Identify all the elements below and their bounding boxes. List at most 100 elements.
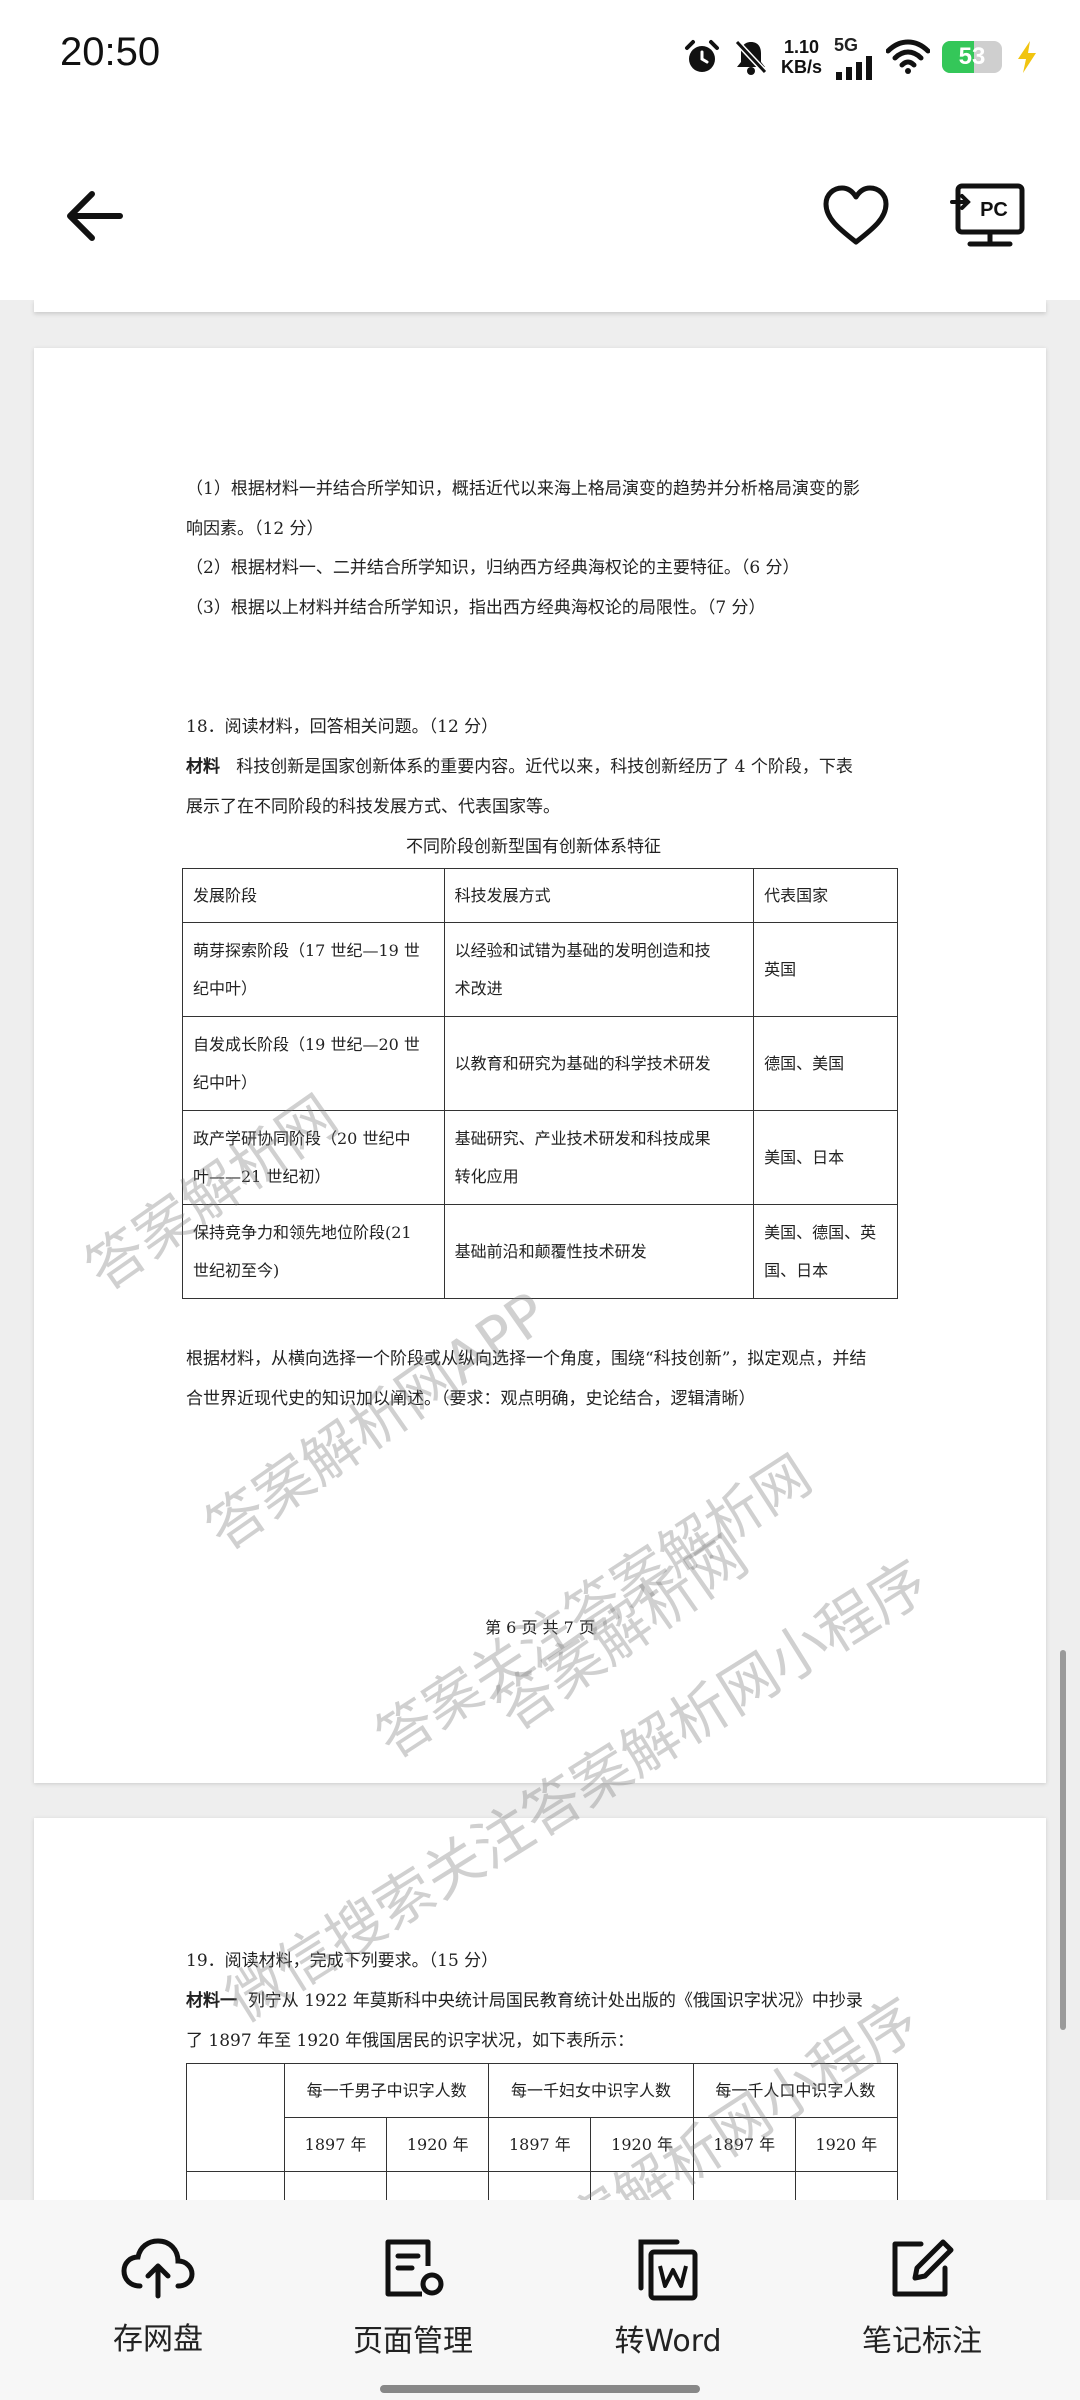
- table-cell: 保持竞争力和领先地位阶段(21 世纪初至今): [182, 1204, 445, 1299]
- q19-material-line2: 了 1897 年至 1920 年俄国居民的识字状况，如下表所示：: [186, 2031, 635, 2051]
- cell-line: 德国、美国: [764, 1053, 845, 1073]
- convert-word-button[interactable]: 转Word: [568, 2236, 768, 2366]
- q18-material-text: 科技创新是国家创新体系的重要内容。近代以来，科技创新经历了 4 个阶段，下表: [236, 757, 853, 777]
- app-bar: PC: [0, 110, 1080, 300]
- table-cell: 基础前沿和颠覆性技术研发: [443, 1204, 755, 1299]
- cell-line: 术改进: [454, 978, 503, 998]
- table-cell: 自发成长阶段（19 世纪—20 世纪中叶）: [182, 1016, 445, 1111]
- cell-line: 世纪初至今): [193, 1260, 280, 1280]
- bottom-toolbar: 存网盘 页面管理 转Word 笔记标注: [0, 2200, 1080, 2400]
- pc-cast-button[interactable]: PC: [950, 180, 1030, 252]
- cell-line: 叶——21 世纪初）: [193, 1166, 331, 1186]
- table-year-row: 1897 年 1920 年 1897 年 1920 年 1897 年 1920 …: [187, 2117, 899, 2172]
- q18-title: 18．阅读材料，回答相关问题。（12 分）: [186, 717, 499, 737]
- q19-material-label: 材料一: [186, 1991, 237, 2011]
- charging-icon: [1018, 41, 1036, 73]
- cell-line: 美国、日本: [764, 1147, 845, 1167]
- q18-material-line2: 展示了在不同阶段的科技发展方式、代表国家等。: [186, 797, 560, 817]
- cell-line: 基础研究、产业技术研发和科技成果: [454, 1128, 711, 1148]
- table-row: 萌芽探索阶段（17 世纪—19 世纪中叶） 以经验和试错为基础的发明创造和技 术改…: [182, 922, 898, 1017]
- table-year-cell: 1897 年: [488, 2117, 592, 2172]
- literacy-table: 每一千男子中识字人数 每一千妇女中识字人数 每一千人口中识字人数 1897 年 …: [186, 2063, 899, 2200]
- q17-sub1-line1: （1）根据材料一并结合所学知识，概括近代以来海上格局演变的趋势并分析格局演变的影: [186, 479, 860, 499]
- bottom-label: 笔记标注: [862, 2324, 982, 2359]
- scrollbar[interactable]: [1060, 1650, 1066, 2030]
- save-to-cloud-button[interactable]: 存网盘: [58, 2236, 258, 2366]
- q18-prompt-line2: 合世界近现代史的知识加以阐述。（要求：观点明确，史论结合，逻辑清晰）: [186, 1389, 756, 1409]
- q17-sub3: （3）根据以上材料并结合所学知识，指出西方经典海权论的局限性。（7 分）: [186, 598, 766, 618]
- home-indicator[interactable]: [380, 2385, 700, 2393]
- previous-page-edge: [34, 300, 1046, 312]
- cell-line: 保持竞争力和领先地位阶段(21: [193, 1222, 412, 1242]
- table-cell: [794, 2171, 899, 2200]
- table-row: 保持竞争力和领先地位阶段(21 世纪初至今) 基础前沿和颠覆性技术研发 美国、德国…: [182, 1204, 898, 1299]
- q17-sub1-line2: 响因素。（12 分）: [186, 519, 324, 539]
- table-header-row: 每一千男子中识字人数 每一千妇女中识字人数 每一千人口中识字人数: [186, 2063, 899, 2172]
- bottom-label: 存网盘: [113, 2322, 203, 2357]
- table-cell: 英国: [753, 922, 898, 1017]
- innovation-table: 发展阶段 科技发展方式 代表国家 萌芽探索阶段（17 世纪—19 世纪中叶） 以…: [182, 868, 898, 1299]
- q19-material-text: 列宁从 1922 年莫斯科中央统计局国民教育统计处出版的《俄国识字状况》中抄录: [247, 1991, 863, 2011]
- table-cell: [283, 2171, 388, 2200]
- table-row: 自发成长阶段（19 世纪—20 世纪中叶） 以教育和研究为基础的科学技术研发 德…: [182, 1016, 898, 1111]
- note-annotate-button[interactable]: 笔记标注: [822, 2236, 1022, 2366]
- status-bar: 20:50 1.10 KB/s 5G 53: [0, 0, 1080, 110]
- q18-prompt-line1: 根据材料，从横向选择一个阶段或从纵向选择一个角度，围绕“科技创新”，拟定观点，并…: [186, 1349, 867, 1369]
- table-cell: [692, 2171, 796, 2200]
- cell-line: 国、日本: [764, 1260, 829, 1280]
- net-speed-value: 1.10: [783, 37, 820, 57]
- table-header-cell: 代表国家: [753, 868, 898, 923]
- network-indicator: 5G: [834, 35, 874, 80]
- table-corner-cell: [186, 2063, 285, 2172]
- q19-title: 19．阅读材料，完成下列要求。（15 分）: [186, 1951, 499, 1971]
- table-header-cell: 每一千妇女中识字人数: [488, 2063, 694, 2118]
- table-cell: 萌芽探索阶段（17 世纪—19 世纪中叶）: [182, 922, 445, 1017]
- wifi-icon: [886, 39, 930, 74]
- bell-off-icon: [734, 39, 768, 75]
- net-speed-unit: KB/s: [780, 57, 822, 77]
- table-year-cell: 1897 年: [692, 2117, 796, 2172]
- table-cell: 德国、美国: [753, 1016, 898, 1111]
- table-cell: [488, 2171, 592, 2200]
- back-arrow-icon: [67, 191, 123, 241]
- page-number: 第 6 页 共 7 页: [485, 1618, 595, 1637]
- page-manage-button[interactable]: 页面管理: [313, 2236, 513, 2366]
- table-header-cell: 发展阶段: [182, 868, 445, 923]
- cell-line: 转化应用: [454, 1166, 519, 1186]
- table-cell: 政产学研协同阶段（20 世纪中 叶——21 世纪初）: [182, 1110, 445, 1205]
- bottom-label: 页面管理: [353, 2324, 473, 2359]
- table-header-cell: 每一千男子中识字人数: [283, 2063, 490, 2118]
- table-cell: 美国、德国、英 国、日本: [753, 1204, 898, 1299]
- table-year-cell: 1920 年: [386, 2117, 490, 2172]
- table-cell: [590, 2171, 694, 2200]
- q17-sub2: （2）根据材料一、二并结合所学知识，归纳西方经典海权论的主要特征。（6 分）: [186, 558, 800, 578]
- table-cell: [386, 2171, 490, 2200]
- note-edit-icon: [892, 2239, 954, 2297]
- status-icons: 1.10 KB/s 5G 53: [683, 32, 1040, 82]
- cell-line: 自发成长阶段（19 世纪—20 世: [193, 1034, 420, 1054]
- document-page-7: 19．阅读材料，完成下列要求。（15 分） 材料一 列宁从 1922 年莫斯科中…: [34, 1818, 1046, 2200]
- document-page-6: （1）根据材料一并结合所学知识，概括近代以来海上格局演变的趋势并分析格局演变的影…: [34, 348, 1046, 1783]
- document-viewer[interactable]: （1）根据材料一并结合所学知识，概括近代以来海上格局演变的趋势并分析格局演变的影…: [0, 300, 1080, 2200]
- cell-line: 美国、德国、英: [764, 1222, 877, 1242]
- table-cell: 美国、日本: [753, 1110, 898, 1205]
- status-time: 20:50: [60, 30, 161, 74]
- cell-line: 以教育和研究为基础的科学技术研发: [454, 1053, 711, 1073]
- cell-line: 基础前沿和颠覆性技术研发: [454, 1241, 647, 1261]
- page-manage-icon: [385, 2239, 444, 2297]
- pc-cast-icon: PC: [950, 183, 1025, 247]
- back-button[interactable]: [60, 180, 132, 252]
- battery-percent: 53: [958, 43, 986, 70]
- pc-badge: PC: [980, 199, 1008, 221]
- favorite-button[interactable]: [820, 180, 892, 252]
- cell-line: 萌芽探索阶段（17 世纪—19 世: [193, 940, 420, 960]
- table-header-row: 发展阶段 科技发展方式 代表国家: [182, 868, 898, 923]
- cell-line: 纪中叶）: [193, 1072, 258, 1092]
- cell-line: 纪中叶）: [193, 978, 258, 998]
- heart-icon: [823, 185, 889, 245]
- table-cell: 基础研究、产业技术研发和科技成果 转化应用: [443, 1110, 755, 1205]
- net-speed: 1.10 KB/s: [781, 37, 822, 77]
- signal-icon: [836, 55, 872, 80]
- table-cell: [186, 2171, 285, 2200]
- cloud-upload-icon: [121, 2238, 195, 2299]
